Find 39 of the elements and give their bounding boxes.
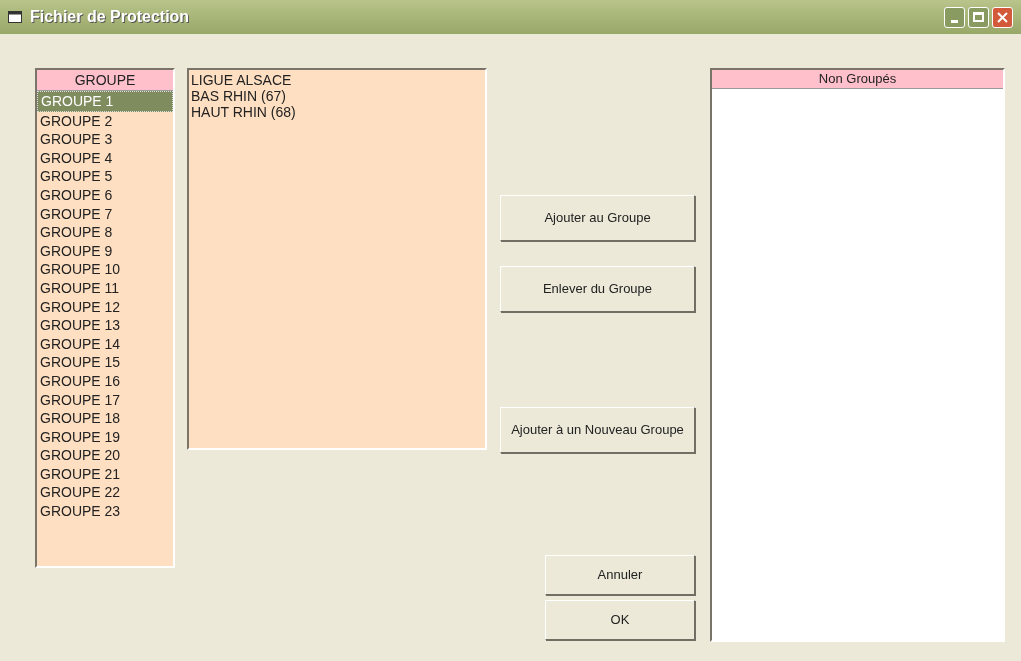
member-item[interactable]: HAUT RHIN (68): [191, 104, 483, 120]
group-item[interactable]: GROUPE 3: [37, 130, 173, 149]
group-item[interactable]: GROUPE 5: [37, 167, 173, 186]
group-item[interactable]: GROUPE 4: [37, 148, 173, 168]
action-button[interactable]: Enlever du Groupe: [500, 266, 695, 312]
window-icon: [8, 11, 22, 23]
action-button[interactable]: Ajouter au Groupe: [500, 195, 695, 241]
group-item[interactable]: GROUPE 16: [37, 371, 173, 391]
dialog-button[interactable]: OK: [545, 600, 695, 640]
action-button[interactable]: Ajouter à un Nouveau Groupe: [500, 407, 695, 453]
member-item[interactable]: BAS RHIN (67): [191, 88, 483, 104]
group-item[interactable]: GROUPE 14: [37, 334, 173, 354]
group-item[interactable]: GROUPE 7: [37, 204, 173, 224]
group-item[interactable]: GROUPE 12: [37, 297, 173, 317]
column-header: Non Groupés: [712, 70, 1003, 89]
group-item[interactable]: GROUPE 10: [37, 260, 173, 279]
dialog-button[interactable]: Annuler: [545, 555, 695, 595]
group-item[interactable]: GROUPE 15: [37, 353, 173, 372]
minimize-button[interactable]: [944, 6, 965, 28]
close-button[interactable]: [992, 6, 1013, 28]
group-item[interactable]: GROUPE 23: [37, 502, 173, 521]
group-item[interactable]: GROUPE 11: [37, 278, 173, 298]
member-item[interactable]: LIGUE ALSACE: [191, 72, 483, 88]
group-item[interactable]: GROUPE 19: [37, 427, 173, 447]
maximize-button[interactable]: [968, 6, 989, 28]
group-item[interactable]: GROUPE 1: [37, 91, 173, 112]
close-icon: [997, 11, 1008, 23]
group-item[interactable]: GROUPE 2: [37, 111, 173, 131]
column-header: GROUPE: [37, 70, 173, 91]
group-item[interactable]: GROUPE 8: [37, 223, 173, 242]
window-title: Fichier de Protection: [30, 7, 190, 27]
group-item[interactable]: GROUPE 18: [37, 409, 173, 428]
group-item[interactable]: GROUPE 17: [37, 390, 173, 410]
group-item[interactable]: GROUPE 20: [37, 446, 173, 465]
group-item[interactable]: GROUPE 22: [37, 483, 173, 503]
group-item[interactable]: GROUPE 9: [37, 241, 173, 261]
group-item[interactable]: GROUPE 13: [37, 316, 173, 335]
group-item[interactable]: GROUPE 6: [37, 185, 173, 205]
group-item[interactable]: GROUPE 21: [37, 464, 173, 484]
